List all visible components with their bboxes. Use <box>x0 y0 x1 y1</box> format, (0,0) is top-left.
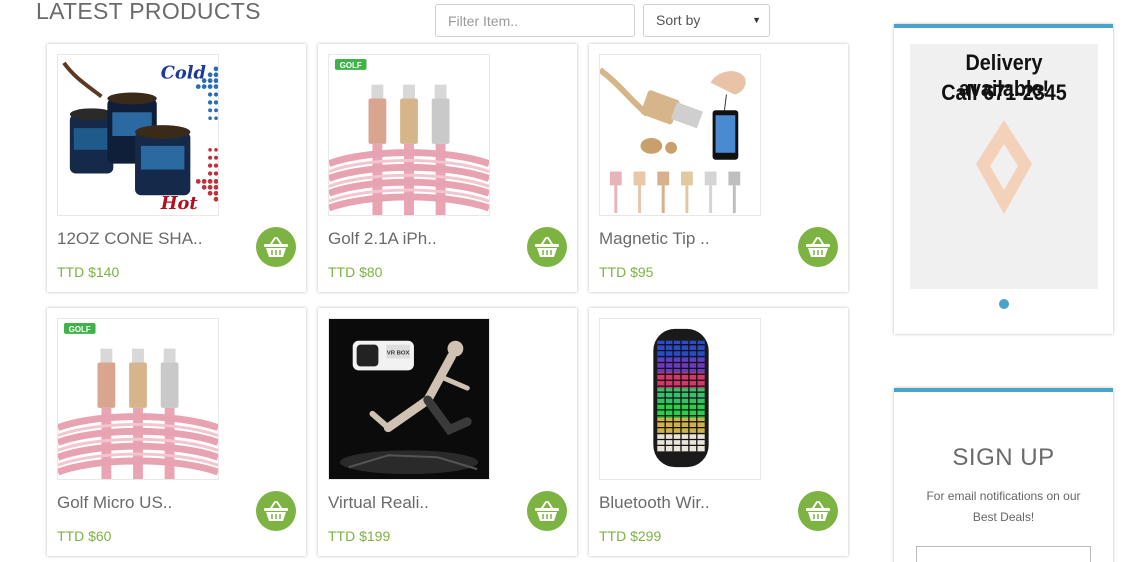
product-name[interactable]: Golf 2.1A iPh.. <box>328 229 437 249</box>
sort-select[interactable]: Sort by ▼ <box>643 4 770 37</box>
product-name[interactable]: Virtual Reali.. <box>328 493 429 513</box>
filter-input[interactable] <box>435 4 635 37</box>
page-title: LATEST PRODUCTS <box>36 0 261 24</box>
sort-label: Sort by <box>656 12 701 28</box>
product-image[interactable]: GOLF <box>328 54 490 216</box>
product-price: TTD $95 <box>599 264 654 280</box>
product-name[interactable]: 12OZ CONE SHA.. <box>57 229 202 249</box>
image-text-vrbox: VR BOX <box>387 351 410 357</box>
basket-icon <box>806 501 830 521</box>
image-text-hot: Hot <box>160 193 199 214</box>
product-price: TTD $140 <box>57 264 120 280</box>
image-text-golf: GOLF <box>340 61 362 70</box>
product-card[interactable]: Magnetic Tip .. TTD $95 <box>589 44 848 292</box>
ad-banner[interactable]: Delivery available! Call 671-2345 <box>910 44 1098 289</box>
product-image[interactable]: Cold Hot <box>57 54 219 216</box>
image-text-golf: GOLF <box>69 325 91 334</box>
add-to-cart-button[interactable] <box>256 491 296 531</box>
product-price: TTD $299 <box>599 528 662 544</box>
delivery-ad-widget: Delivery available! Call 671-2345 <box>894 24 1113 334</box>
add-to-cart-button[interactable] <box>527 227 567 267</box>
product-card[interactable]: Cold Hot 12OZ CONE SHA.. TTD $140 <box>47 44 306 292</box>
add-to-cart-button[interactable] <box>256 227 296 267</box>
basket-icon <box>535 237 559 257</box>
basket-icon <box>535 501 559 521</box>
product-image[interactable] <box>599 54 761 216</box>
signup-description: For email notifications on our Best Deal… <box>926 489 1081 524</box>
basket-icon <box>264 501 288 521</box>
add-to-cart-button[interactable] <box>798 491 838 531</box>
add-to-cart-button[interactable] <box>798 227 838 267</box>
page: LATEST PRODUCTS Sort by ▼ <box>0 0 1128 562</box>
diamond-logo <box>976 120 1032 214</box>
product-price: TTD $60 <box>57 528 112 544</box>
product-image[interactable]: GOLF <box>57 318 219 480</box>
signup-title: SIGN UP <box>952 444 1055 471</box>
carousel-dot[interactable] <box>999 299 1009 309</box>
product-price: TTD $80 <box>328 264 383 280</box>
product-card[interactable]: GOLF Golf 2.1A iPh.. TTD $80 <box>318 44 577 292</box>
image-text-cold: Cold <box>161 63 207 84</box>
product-price: TTD $199 <box>328 528 391 544</box>
product-card[interactable]: VR BOX Virtual Reali.. TTD $199 <box>318 308 577 556</box>
product-image[interactable]: VR BOX <box>328 318 490 480</box>
basket-icon <box>806 237 830 257</box>
chevron-down-icon: ▼ <box>752 15 761 25</box>
product-name[interactable]: Bluetooth Wir.. <box>599 493 710 513</box>
add-to-cart-button[interactable] <box>527 491 567 531</box>
email-field[interactable] <box>916 546 1091 562</box>
signup-widget: SIGN UP For email notifications on our B… <box>894 388 1113 562</box>
product-card[interactable]: Bluetooth Wir.. TTD $299 <box>589 308 848 556</box>
product-card[interactable]: GOLF Golf Micro US.. TTD $60 <box>47 308 306 556</box>
basket-icon <box>264 237 288 257</box>
product-name[interactable]: Magnetic Tip .. <box>599 229 710 249</box>
product-image[interactable] <box>599 318 761 480</box>
product-name[interactable]: Golf Micro US.. <box>57 493 172 513</box>
